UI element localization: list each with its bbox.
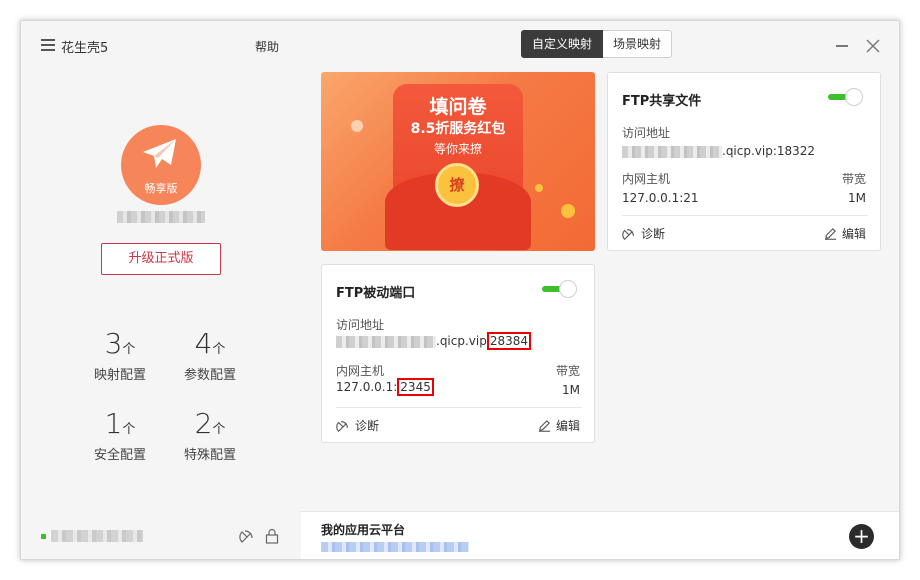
diagnose-label: 诊断 [641,227,666,241]
diagnose-button[interactable]: 诊断 [622,225,665,242]
upgrade-button[interactable]: 升级正式版 [101,243,221,275]
address-label: 访问地址 [336,318,385,332]
host-value: 127.0.0.1: 2345 [336,378,434,396]
edition-label: 畅享版 [144,182,178,195]
divider [622,215,868,216]
stat-unit: 个 [122,422,136,437]
stat-label: 映射配置 [93,368,146,383]
main-panel: 自定义映射 场景映射 填问卷 8.5折服务红包 等你来撩 撩 FTP共享文件 访… [301,21,899,559]
address-suffix: .qicp.vip:18322 [722,144,816,158]
stat-count: 2 [194,407,213,440]
cloud-platform-bar: 我的应用云平台 + [301,511,899,559]
host-label: 内网主机 [622,172,671,186]
stat-special[interactable]: 2个 特殊配置 [165,407,255,463]
card-title: FTP共享文件 [622,94,702,109]
account-redacted [51,530,143,542]
highlighted-host-port: 2345 [397,378,434,396]
host-redacted [622,145,722,158]
divider [336,407,582,408]
diagnose-icon [622,228,634,240]
edit-label: 编辑 [841,227,866,241]
stat-unit: 个 [122,342,136,357]
app-name: 花生壳5 [61,41,109,56]
mapping-card-ftp-share: FTP共享文件 访问地址 .qicp.vip:18322 内网主机 带宽 127… [607,72,881,251]
platform-link-redacted[interactable] [321,542,469,552]
card-title: FTP被动端口 [336,286,416,301]
bandwidth-label: 带宽 [555,364,580,378]
sidebar: 花生壳5 帮助 畅享版 升级正式版 3个 映射配置 4个 参数配置 1个 安全配… [21,21,301,559]
lock-icon[interactable] [265,528,279,544]
username-redacted [117,211,205,223]
banner-tagline: 等你来撩 [433,142,482,156]
banner-title: 填问卷 [429,96,487,118]
paper-plane-icon [143,139,176,168]
highlighted-port: 28384 [486,332,532,350]
edit-icon [824,228,837,240]
promo-banner[interactable]: 填问卷 8.5折服务红包 等你来撩 撩 [321,72,595,251]
edit-icon [538,420,551,432]
address-value[interactable]: .qicp.vip:18322 [622,144,815,158]
host-redacted [336,335,436,348]
edit-label: 编辑 [555,419,580,433]
avatar: 畅享版 [121,125,201,205]
stat-mapping[interactable]: 3个 映射配置 [75,327,165,383]
banner-coin: 撩 [435,163,479,207]
deco-coin [535,184,543,192]
enable-toggle[interactable] [542,280,578,298]
host-value: 127.0.0.1:21 [622,191,699,205]
stat-label: 特殊配置 [183,448,236,463]
address-label: 访问地址 [622,126,671,140]
mapping-card-ftp-passive: FTP被动端口 访问地址 .qicp.vip 28384 内网主机 带宽 127.… [321,264,595,443]
edit-button[interactable]: 编辑 [824,225,866,242]
minimize-icon[interactable] [836,45,848,47]
address-value[interactable]: .qicp.vip 28384 [336,332,532,350]
diagnose-button[interactable]: 诊断 [336,417,379,434]
diagnose-icon[interactable] [239,528,255,544]
close-icon[interactable] [866,39,880,53]
add-button[interactable]: + [849,524,874,549]
online-status-dot [41,534,46,539]
stat-label: 安全配置 [93,448,146,463]
menu-icon[interactable] [41,39,55,51]
bandwidth-value: 1M [848,191,866,205]
diagnose-icon [336,420,348,432]
host-prefix: 127.0.0.1: [336,380,398,394]
address-mid: .qicp.vip [436,334,487,348]
edit-button[interactable]: 编辑 [538,417,580,434]
app-window: 花生壳5 帮助 畅享版 升级正式版 3个 映射配置 4个 参数配置 1个 安全配… [20,20,900,560]
tab-scene-mapping[interactable]: 场景映射 [603,30,673,58]
banner-subtitle: 8.5折服务红包 [410,121,506,137]
diagnose-label: 诊断 [355,419,380,433]
stat-count: 1 [104,407,123,440]
deco-coin [561,204,575,218]
stat-security[interactable]: 1个 安全配置 [75,407,165,463]
stat-label: 参数配置 [183,368,236,383]
bandwidth-value: 1M [562,383,580,397]
stat-count: 4 [194,327,213,360]
mapping-tabs: 自定义映射 场景映射 [521,30,673,58]
stat-unit: 个 [212,342,226,357]
enable-toggle[interactable] [828,88,864,106]
stat-unit: 个 [212,422,226,437]
bandwidth-label: 带宽 [841,172,866,186]
tab-custom-mapping[interactable]: 自定义映射 [521,30,604,58]
platform-title: 我的应用云平台 [321,523,406,537]
host-label: 内网主机 [336,364,385,378]
stat-params[interactable]: 4个 参数配置 [165,327,255,383]
help-link[interactable]: 帮助 [255,38,279,55]
stat-count: 3 [104,327,123,360]
